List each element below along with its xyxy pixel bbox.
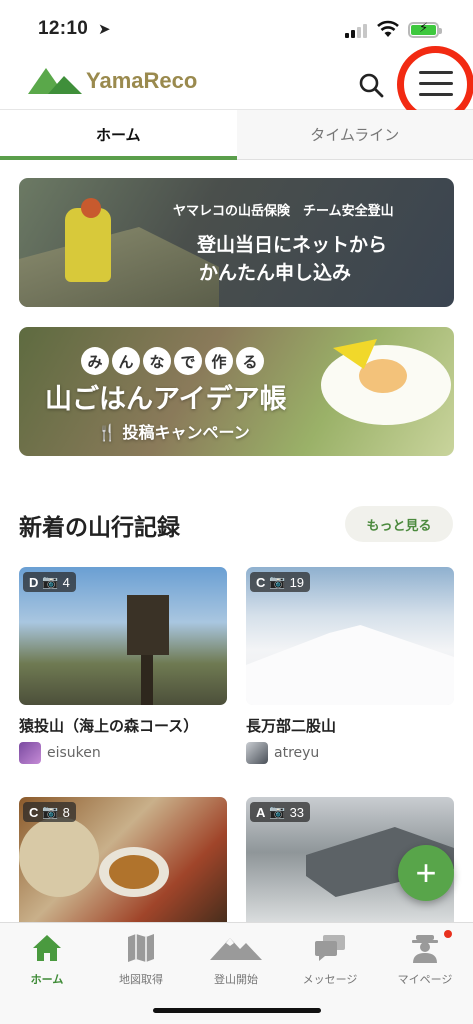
camera-icon: 📷 — [269, 804, 286, 819]
add-record-button[interactable]: + — [398, 845, 454, 901]
record-card[interactable]: D 📷 4 猿投山（海上の森コース） eisuken — [19, 567, 227, 764]
nav-messages[interactable]: メッセージ — [283, 931, 377, 987]
username: eisuken — [47, 745, 101, 761]
map-icon — [128, 934, 154, 962]
nav-mypage[interactable]: マイページ — [378, 931, 472, 987]
logo-text: YamaReco — [86, 68, 198, 93]
notification-dot — [444, 930, 452, 938]
home-icon — [33, 935, 61, 961]
record-title: 猿投山（海上の森コース） — [19, 717, 199, 735]
campaign-badges: み ん な で 作 る — [81, 347, 264, 375]
status-time: 12:10 — [38, 18, 89, 39]
top-tabs: ホーム タイムライン — [0, 110, 473, 160]
tab-home[interactable]: ホーム — [0, 110, 237, 160]
grade-badge: A 📷 33 — [250, 802, 311, 822]
camera-icon: 📷 — [269, 574, 286, 589]
home-indicator — [153, 1008, 321, 1013]
record-card[interactable]: C 📷 8 — [19, 797, 227, 935]
campaign-banner[interactable]: み ん な で 作 る 山ごはんアイデア帳 🍴 投稿キャンペーン — [19, 327, 454, 456]
user-icon — [412, 935, 438, 963]
hiker-figure — [65, 208, 111, 282]
record-photo: C 📷 8 — [19, 797, 227, 935]
mountain-logo-icon — [28, 68, 82, 94]
battery-icon: ⚡ — [408, 21, 442, 38]
hamburger-menu-icon[interactable] — [419, 71, 455, 97]
insurance-banner[interactable]: ヤマレコの山岳保険 チーム安全登山 登山当日にネットから かんたん申し込み — [19, 178, 454, 307]
record-user[interactable]: atreyu — [246, 742, 454, 764]
record-photo: D 📷 4 — [19, 567, 227, 705]
username: atreyu — [274, 745, 320, 761]
nav-map[interactable]: 地図取得 — [94, 931, 188, 987]
grade-badge: D 📷 4 — [23, 572, 76, 592]
campaign-subtitle: 🍴 投稿キャンペーン — [97, 423, 250, 442]
nav-home[interactable]: ホーム — [0, 931, 94, 987]
mountain-icon — [210, 938, 262, 960]
record-user[interactable]: eisuken — [19, 742, 227, 764]
yamareco-logo[interactable]: YamaReco — [28, 66, 197, 96]
chat-icon — [315, 935, 345, 961]
record-photo: C 📷 19 — [246, 567, 454, 705]
see-more-button[interactable]: もっと見る — [345, 506, 453, 542]
camera-icon: 📷 — [42, 574, 59, 589]
status-bar: 12:10 ➤ ⚡ — [0, 0, 473, 56]
nav-start-climb[interactable]: 登山開始 — [189, 931, 283, 987]
record-title: 長万部二股山 — [246, 717, 337, 735]
record-card[interactable]: C 📷 19 長万部二股山 atreyu — [246, 567, 454, 764]
grade-badge: C 📷 8 — [23, 802, 76, 822]
camera-icon: 📷 — [42, 804, 59, 819]
banner-line-2: かんたん申し込み — [199, 262, 352, 284]
cellular-signal-icon — [345, 24, 367, 38]
tab-timeline[interactable]: タイムライン — [237, 110, 473, 159]
wifi-icon — [377, 20, 399, 37]
section-title: 新着の山行記録 — [19, 515, 180, 541]
banner-line-1: 登山当日にネットから — [197, 234, 388, 256]
location-arrow-icon: ➤ — [98, 20, 111, 38]
search-icon[interactable] — [358, 72, 384, 98]
avatar — [246, 742, 268, 764]
grade-badge: C 📷 19 — [250, 572, 311, 592]
campaign-title: 山ごはんアイデア帳 — [45, 384, 287, 415]
banner-subtitle: ヤマレコの山岳保険 チーム安全登山 — [173, 204, 394, 219]
avatar — [19, 742, 41, 764]
